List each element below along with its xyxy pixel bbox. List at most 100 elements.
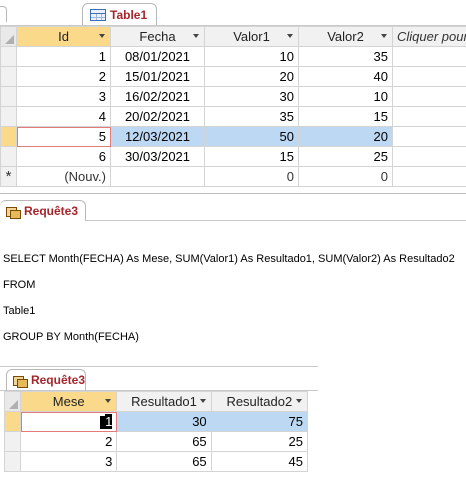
result-row-selected[interactable]: 1 30 75 xyxy=(3,411,309,432)
sql-line-select[interactable]: SELECT Month(FECHA) As Mese, SUM(Valor1)… xyxy=(3,253,455,265)
cell-empty[interactable] xyxy=(392,146,466,167)
tab-query3-result-label: Requête3 xyxy=(30,373,85,387)
tab-query3-sql[interactable]: Requête3 xyxy=(0,200,86,221)
cell-empty[interactable] xyxy=(392,66,466,87)
cell-mese[interactable]: 3 xyxy=(20,451,118,472)
cell-resultado2[interactable]: 45 xyxy=(210,451,309,472)
chevron-down-icon[interactable] xyxy=(199,399,206,403)
cell-valor2[interactable]: 40 xyxy=(298,66,393,87)
row-selector[interactable] xyxy=(3,431,22,452)
cell-fecha[interactable]: 20/02/2021 xyxy=(110,106,205,127)
cell-mese[interactable]: 2 xyxy=(20,431,118,452)
cell-resultado1[interactable]: 30 xyxy=(116,411,212,432)
col-header-add-field[interactable]: Cliquer pour xyxy=(392,26,466,47)
cell-valor1-new[interactable]: 0 xyxy=(204,166,299,187)
chevron-down-icon[interactable] xyxy=(296,399,302,403)
cell-id-active[interactable]: 5 xyxy=(16,126,111,147)
cell-fecha[interactable]: 08/01/2021 xyxy=(110,46,205,67)
row-selector[interactable] xyxy=(0,86,17,107)
new-record-marker: * xyxy=(0,166,17,187)
cell-valor2[interactable]: 35 xyxy=(298,46,393,67)
table1-header-row: Id Fecha Valor1 Valor2 Cliquer pour xyxy=(0,26,466,47)
cell-resultado1[interactable]: 65 xyxy=(116,431,212,452)
cell-id[interactable]: 2 xyxy=(16,66,111,87)
row-selector[interactable] xyxy=(0,106,17,127)
tab-table1-label: Table1 xyxy=(110,7,148,22)
col-header-id[interactable]: Id xyxy=(16,26,111,47)
cell-empty[interactable] xyxy=(392,166,466,187)
select-all-corner[interactable] xyxy=(3,391,22,412)
col-header-mese[interactable]: Mese xyxy=(20,391,118,412)
cell-empty[interactable] xyxy=(392,126,466,147)
row-selector[interactable] xyxy=(0,146,17,167)
cell-id[interactable]: 6 xyxy=(16,146,111,167)
tab-query3-sql-label: Requête3 xyxy=(24,204,79,218)
cell-fecha[interactable]: 12/03/2021 xyxy=(110,126,205,147)
cell-fecha[interactable]: 15/01/2021 xyxy=(110,66,205,87)
cell-valor1[interactable]: 30 xyxy=(204,86,299,107)
cell-id-new[interactable]: (Nouv.) xyxy=(16,166,111,187)
tab-query3-result[interactable]: Requête3 xyxy=(6,369,86,390)
query-icon xyxy=(13,375,28,388)
col-header-resultado2[interactable]: Resultado2 xyxy=(210,391,309,412)
table-row[interactable]: 1 08/01/2021 10 35 xyxy=(0,46,466,67)
sql-line-table[interactable]: Table1 xyxy=(3,305,35,317)
cell-valor2[interactable]: 20 xyxy=(298,126,393,147)
left-edge-fragment xyxy=(0,6,7,22)
panel-divider xyxy=(0,193,466,194)
row-selector[interactable] xyxy=(3,451,22,472)
cell-empty[interactable] xyxy=(392,46,466,67)
cell-fecha[interactable]: 16/02/2021 xyxy=(110,86,205,107)
sql-tab-line xyxy=(86,220,466,221)
table-row-selected[interactable]: 5 12/03/2021 50 20 xyxy=(0,126,466,147)
new-record-row[interactable]: * (Nouv.) 0 0 xyxy=(0,166,466,187)
table-row[interactable]: 2 65 25 xyxy=(3,431,309,452)
table-row[interactable]: 3 16/02/2021 30 10 xyxy=(0,86,466,107)
cell-resultado2[interactable]: 25 xyxy=(210,431,309,452)
col-header-resultado1[interactable]: Resultado1 xyxy=(116,391,212,412)
sql-line-groupby[interactable]: GROUP BY Month(FECHA) xyxy=(3,331,139,343)
table-row[interactable]: 2 15/01/2021 20 40 xyxy=(0,66,466,87)
result-header-row: Mese Resultado1 Resultado2 xyxy=(3,391,309,412)
table-row[interactable]: 6 30/03/2021 15 25 xyxy=(0,146,466,167)
col-header-valor1[interactable]: Valor1 xyxy=(204,26,299,47)
cell-valor1[interactable]: 20 xyxy=(204,66,299,87)
cell-valor2[interactable]: 25 xyxy=(298,146,393,167)
cell-valor2[interactable]: 15 xyxy=(298,106,393,127)
cell-fecha[interactable]: 30/03/2021 xyxy=(110,146,205,167)
table-icon xyxy=(90,8,106,21)
row-selector[interactable] xyxy=(3,411,22,432)
table-row[interactable]: 4 20/02/2021 35 15 xyxy=(0,106,466,127)
cell-id[interactable]: 1 xyxy=(16,46,111,67)
chevron-down-icon[interactable] xyxy=(381,34,387,38)
chevron-down-icon[interactable] xyxy=(105,399,112,403)
select-all-corner[interactable] xyxy=(0,26,17,47)
cell-id[interactable]: 4 xyxy=(16,106,111,127)
tab-table1[interactable]: Table1 xyxy=(82,3,157,25)
col-header-valor2[interactable]: Valor2 xyxy=(298,26,393,47)
table-row[interactable]: 3 65 45 xyxy=(3,451,309,472)
table1-datasheet: Id Fecha Valor1 Valor2 Cliquer pour 1 08… xyxy=(0,26,466,187)
sql-line-from[interactable]: FROM xyxy=(3,279,35,291)
cell-resultado2[interactable]: 75 xyxy=(210,411,309,432)
row-selector[interactable] xyxy=(0,126,17,147)
cell-empty[interactable] xyxy=(392,86,466,107)
chevron-down-icon[interactable] xyxy=(287,34,293,38)
cell-valor2[interactable]: 10 xyxy=(298,86,393,107)
cell-id[interactable]: 3 xyxy=(16,86,111,107)
row-selector[interactable] xyxy=(0,66,17,87)
cell-empty[interactable] xyxy=(392,106,466,127)
cell-valor1[interactable]: 10 xyxy=(204,46,299,67)
col-header-fecha[interactable]: Fecha xyxy=(110,26,205,47)
query-result-datasheet: Mese Resultado1 Resultado2 1 30 75 2 65 … xyxy=(3,391,309,472)
cell-fecha-new[interactable] xyxy=(110,166,205,187)
cell-valor2-new[interactable]: 0 xyxy=(298,166,393,187)
chevron-down-icon[interactable] xyxy=(193,34,199,38)
chevron-down-icon[interactable] xyxy=(99,34,105,38)
cell-valor1[interactable]: 35 xyxy=(204,106,299,127)
cell-resultado1[interactable]: 65 xyxy=(116,451,212,472)
cell-valor1[interactable]: 50 xyxy=(204,126,299,147)
cell-valor1[interactable]: 15 xyxy=(204,146,299,167)
row-selector[interactable] xyxy=(0,46,17,67)
cell-mese-active[interactable]: 1 xyxy=(20,411,118,432)
